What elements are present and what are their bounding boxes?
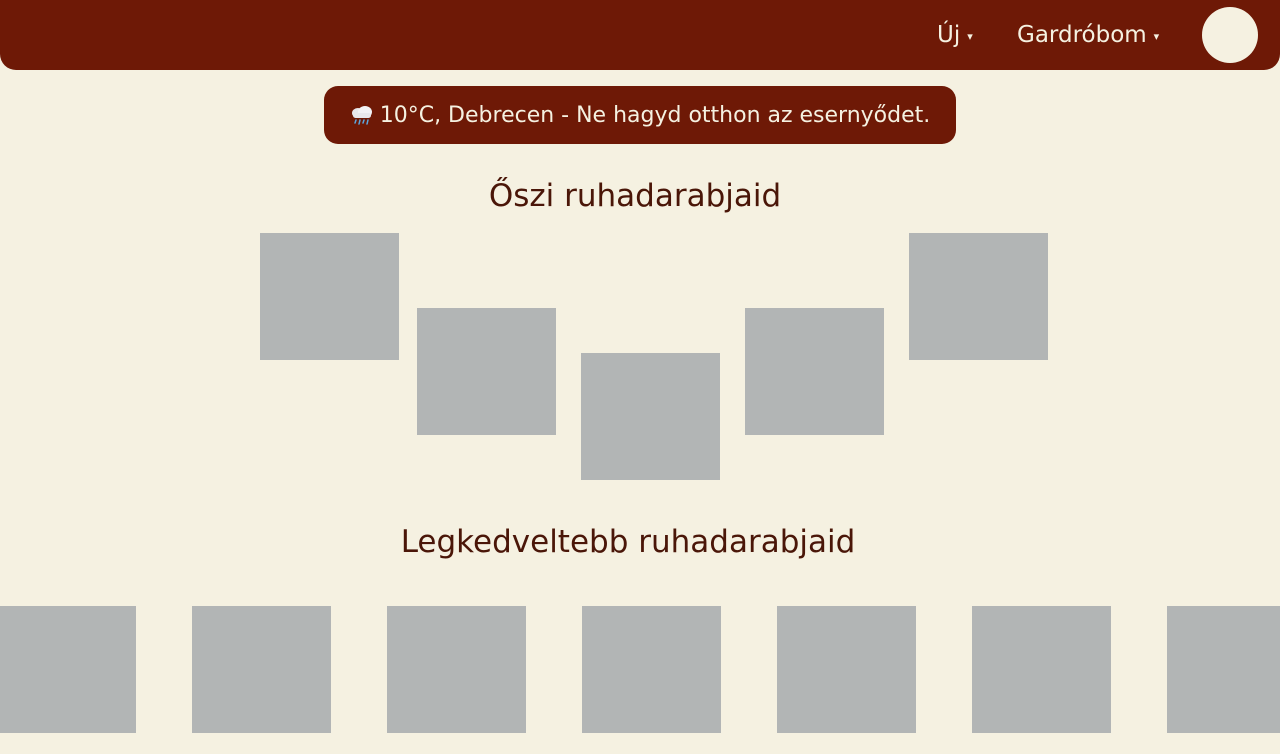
weather-banner: 10°C, Debrecen - Ne hagyd otthon az eser…	[324, 86, 956, 144]
avatar[interactable]	[1202, 7, 1258, 63]
autumn-section-title: Őszi ruhadarabjaid	[488, 178, 782, 214]
chevron-down-icon: ▾	[967, 29, 973, 43]
wardrobe-menu-label: Gardróbom	[1017, 22, 1147, 48]
favorite-clothing-item[interactable]	[582, 606, 721, 733]
favorite-clothing-item[interactable]	[972, 606, 1111, 733]
autumn-clothing-item[interactable]	[260, 233, 399, 360]
autumn-clothing-item[interactable]	[745, 308, 884, 435]
favorite-clothing-item[interactable]	[0, 606, 136, 733]
favorites-section-title: Legkedveltebb ruhadarabjaid	[400, 524, 856, 560]
rain-cloud-icon	[350, 103, 374, 127]
autumn-clothing-item[interactable]	[417, 308, 556, 435]
wardrobe-menu-dropdown[interactable]: Gardróbom ▾	[1017, 20, 1159, 50]
favorite-clothing-item[interactable]	[777, 606, 916, 733]
new-menu-label: Új	[937, 22, 961, 48]
weather-text: 10°C, Debrecen - Ne hagyd otthon az eser…	[379, 102, 931, 128]
favorite-clothing-item[interactable]	[387, 606, 526, 733]
autumn-clothing-item[interactable]	[581, 353, 720, 480]
favorite-clothing-item[interactable]	[1167, 606, 1280, 733]
autumn-clothing-item[interactable]	[909, 233, 1048, 360]
favorite-clothing-item[interactable]	[192, 606, 331, 733]
chevron-down-icon: ▾	[1153, 29, 1160, 43]
new-menu-dropdown[interactable]: Új ▾	[937, 20, 973, 50]
top-navigation-bar: Új ▾ Gardróbom ▾	[0, 0, 1280, 70]
